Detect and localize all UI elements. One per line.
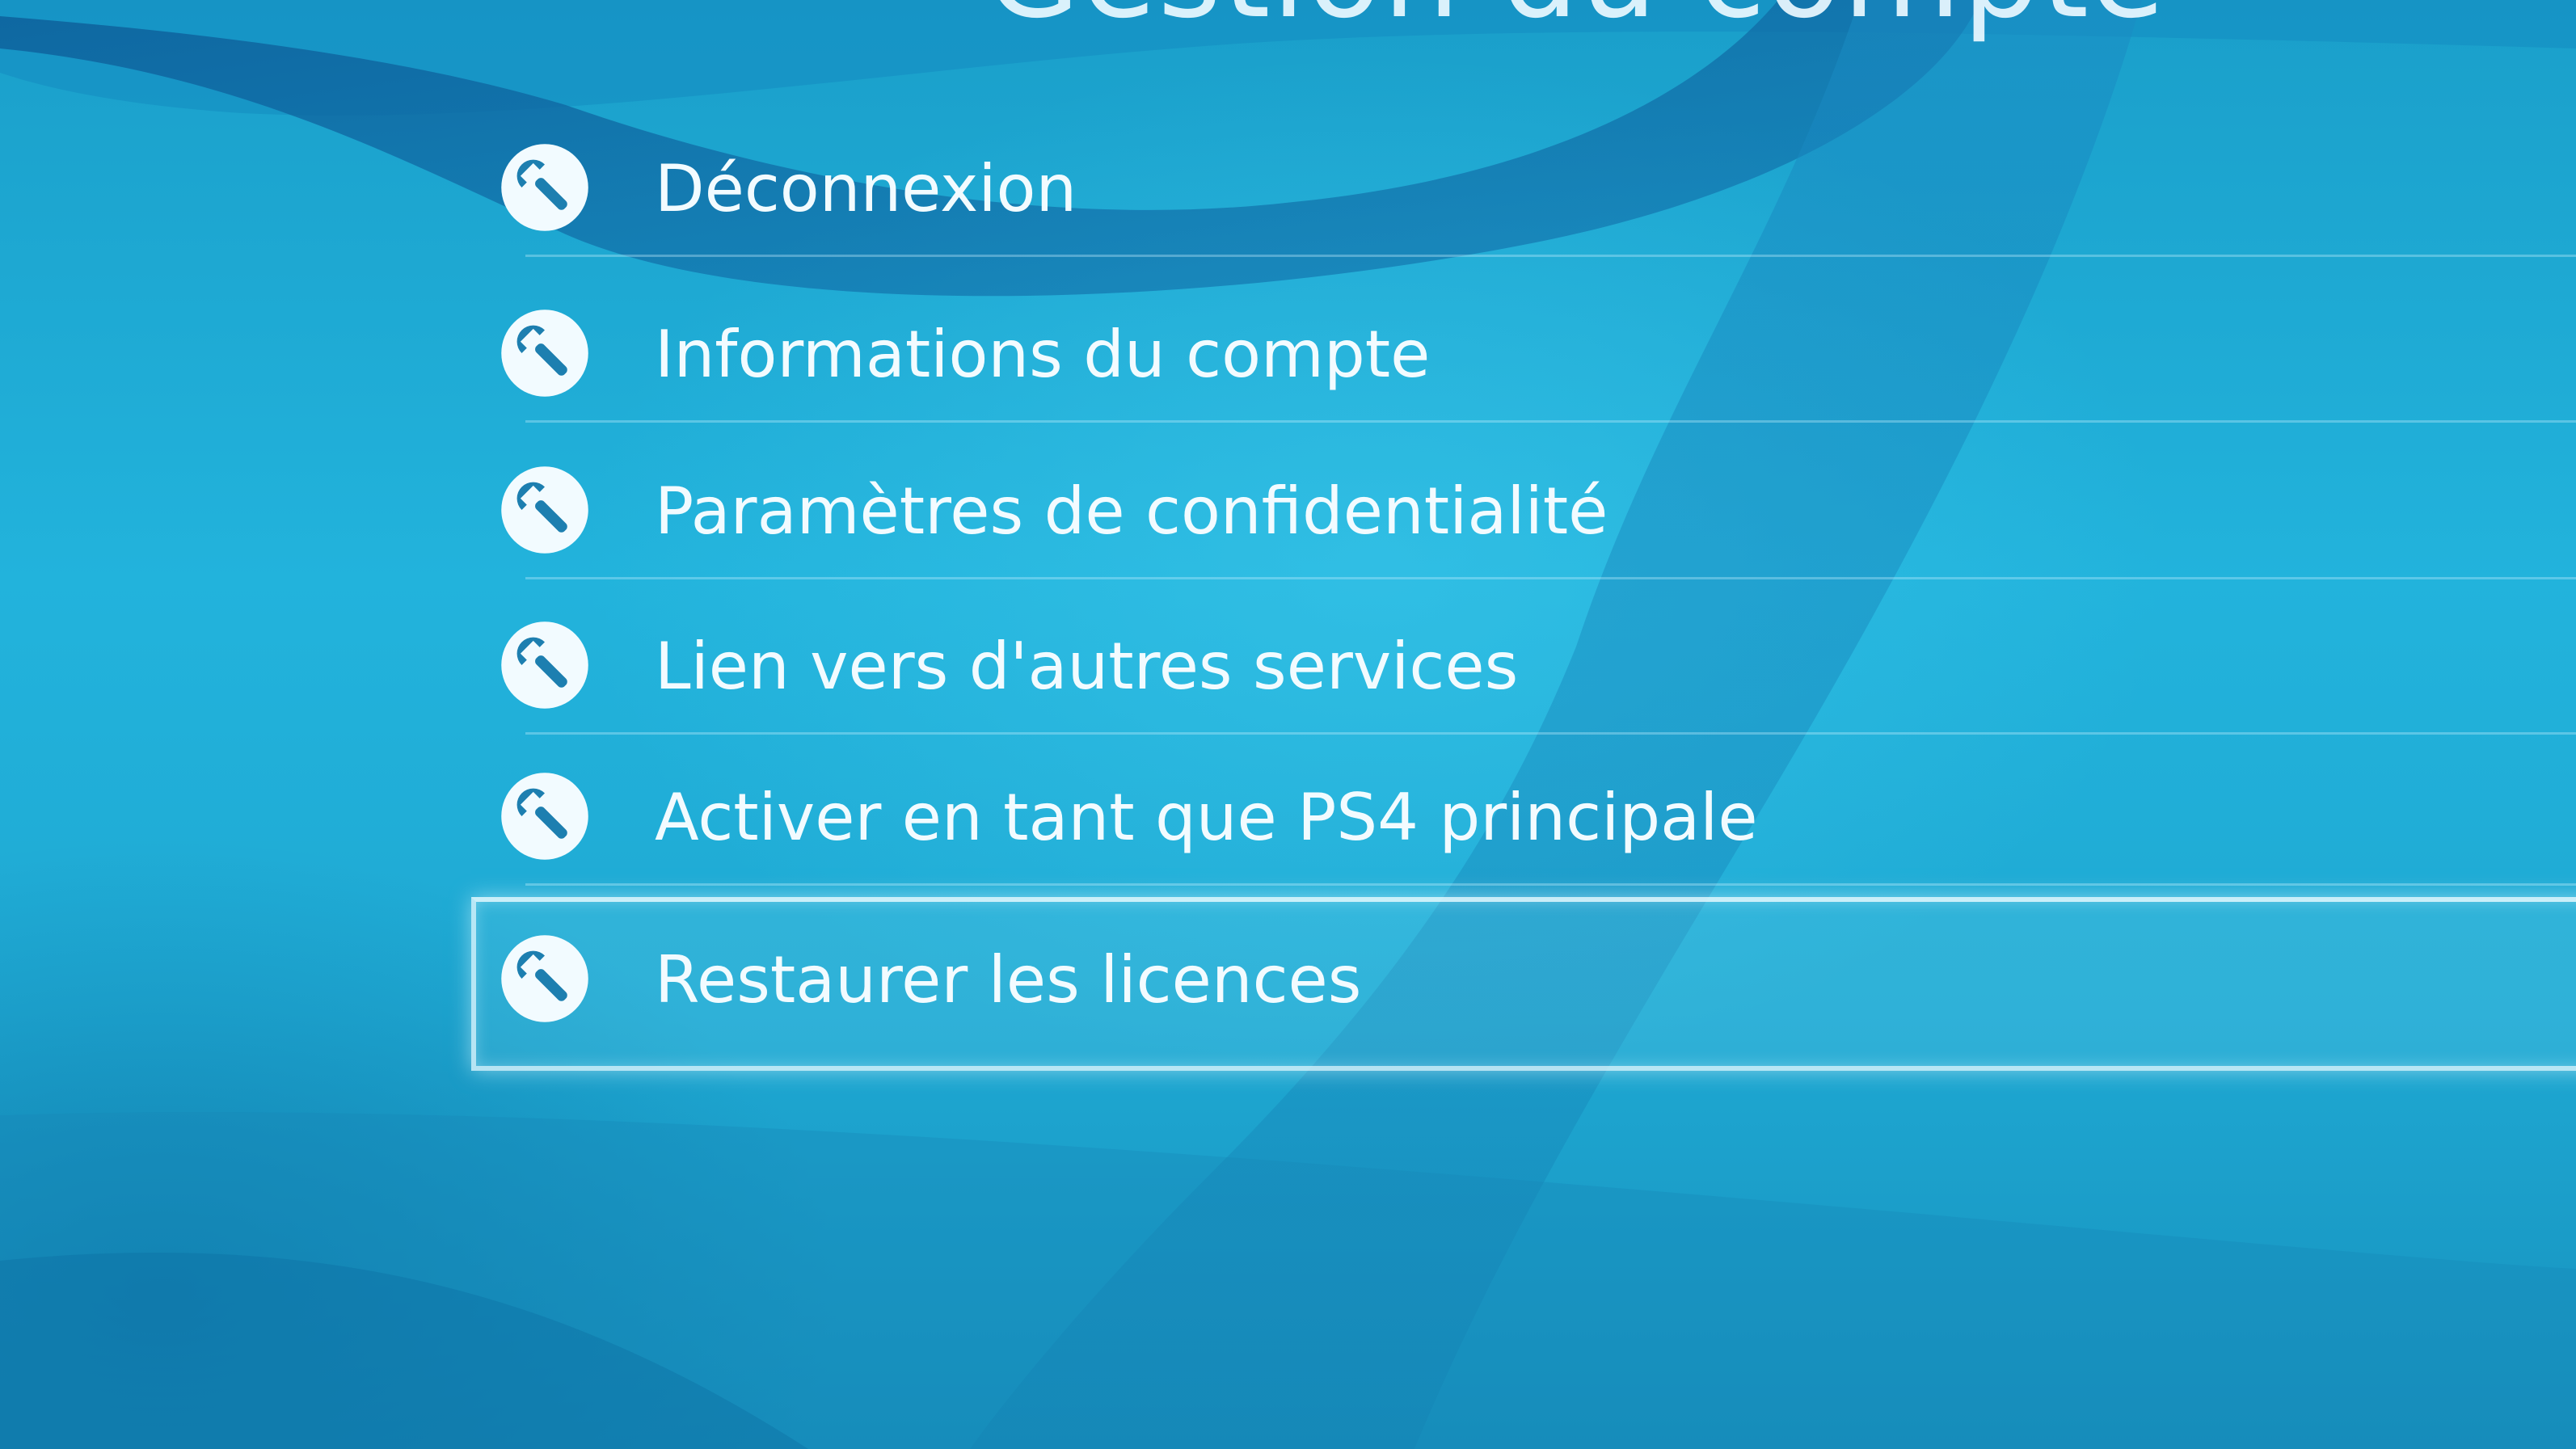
menu-item-lien-vers-autres-services[interactable]: Lien vers d'autres services [477, 581, 2576, 735]
wrench-icon [501, 310, 588, 397]
ps4-settings-screen: Gestion du compte Déconnexion Info [0, 0, 2576, 1449]
wrench-icon [501, 144, 588, 231]
menu-item-activer-ps4-principale[interactable]: Activer en tant que PS4 principale [477, 732, 2576, 886]
wrench-icon [501, 935, 588, 1022]
divider [525, 420, 2576, 423]
wrench-icon [501, 621, 588, 709]
menu-item-label: Activer en tant que PS4 principale [655, 780, 1758, 855]
menu-item-deconnexion[interactable]: Déconnexion [477, 103, 2576, 257]
menu-item-informations-du-compte[interactable]: Informations du compte [477, 269, 2576, 423]
menu-item-parametres-de-confidentialite[interactable]: Paramètres de confidentialité [477, 426, 2576, 579]
wrench-icon [501, 466, 588, 554]
menu-item-label: Paramètres de confidentialité [655, 474, 1608, 549]
settings-menu: Déconnexion Informations du compte Param… [0, 0, 2576, 1449]
divider [525, 255, 2576, 257]
menu-item-restaurer-les-licences[interactable]: Restaurer les licences [477, 895, 2576, 1048]
divider [525, 577, 2576, 579]
menu-item-label: Informations du compte [655, 317, 1431, 392]
menu-item-label: Déconnexion [655, 151, 1077, 226]
wrench-icon [501, 773, 588, 860]
menu-item-label: Lien vers d'autres services [655, 629, 1519, 704]
menu-item-label: Restaurer les licences [655, 942, 1362, 1017]
divider [525, 883, 2576, 886]
